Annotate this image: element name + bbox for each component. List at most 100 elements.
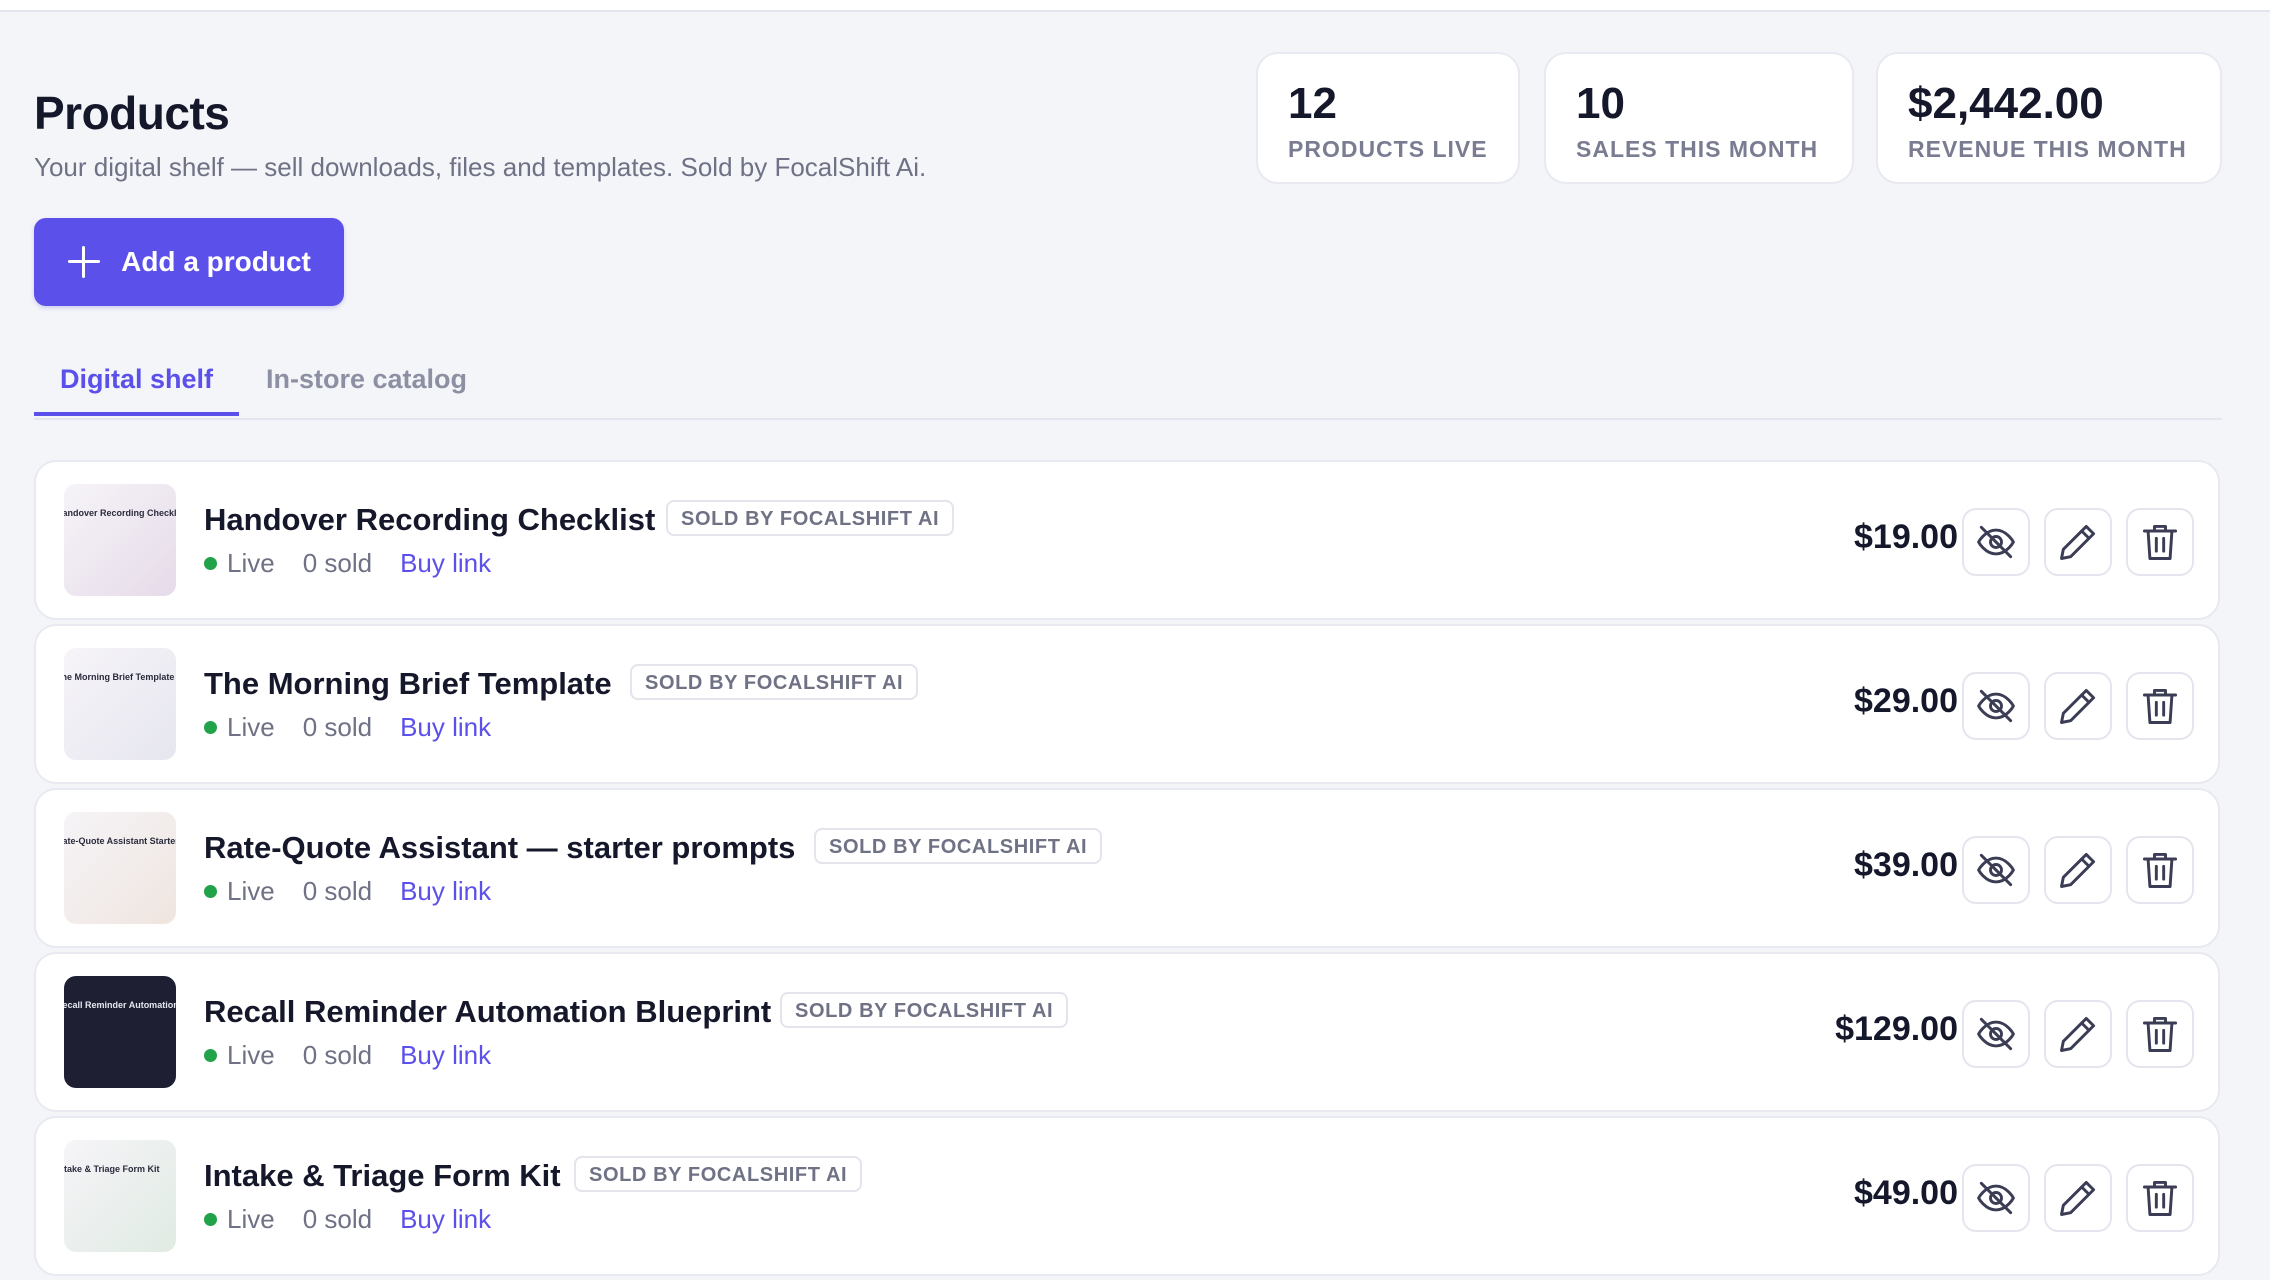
trash-icon xyxy=(2138,1176,2182,1220)
thumbnail-title: Intake & Triage Form Kit xyxy=(64,1164,160,1174)
live-status-dot xyxy=(204,721,217,734)
thumbnail-title: The Morning Brief Template xyxy=(64,672,175,682)
product-row[interactable]: Handover Recording Checklist Handover Rec… xyxy=(34,460,2220,620)
product-name: The Morning Brief Template xyxy=(204,666,612,701)
buy-link[interactable]: Buy link xyxy=(400,712,491,743)
buy-link[interactable]: Buy link xyxy=(400,876,491,907)
eye-off-icon xyxy=(1974,848,2018,892)
delete-button[interactable] xyxy=(2126,508,2194,576)
status-text: Live xyxy=(227,1204,275,1234)
tab-digital-shelf[interactable]: Digital shelf xyxy=(34,356,240,416)
delete-button[interactable] xyxy=(2126,672,2194,740)
stat-products-live: 12 PRODUCTS LIVE xyxy=(1256,52,1520,184)
stat-value: 12 xyxy=(1288,79,1337,128)
sold-count: 0 sold xyxy=(302,876,373,906)
plus-icon xyxy=(67,245,101,279)
trash-icon xyxy=(2138,1012,2182,1056)
product-row[interactable]: The Morning Brief Template The Morning Br… xyxy=(34,624,2220,784)
product-thumbnail: Handover Recording Checklist xyxy=(64,484,176,596)
sold-count: 0 sold xyxy=(302,1204,373,1234)
edit-button[interactable] xyxy=(2044,1000,2112,1068)
eye-off-icon xyxy=(1974,1012,2018,1056)
page-title: Products xyxy=(34,87,230,139)
product-meta: Live 0 sold Buy link xyxy=(204,1204,491,1235)
stat-sales-this-month: 10 SALES THIS MONTH xyxy=(1544,52,1854,184)
hide-button[interactable] xyxy=(1962,672,2030,740)
hide-button[interactable] xyxy=(1962,836,2030,904)
product-name: Handover Recording Checklist xyxy=(204,502,656,537)
product-thumbnail: Intake & Triage Form Kit xyxy=(64,1140,176,1252)
product-price: $129.00 xyxy=(1835,1010,1958,1048)
delete-button[interactable] xyxy=(2126,1164,2194,1232)
product-price: $39.00 xyxy=(1854,846,1958,884)
live-status-dot xyxy=(204,557,217,570)
hide-button[interactable] xyxy=(1962,1000,2030,1068)
eye-off-icon xyxy=(1974,1176,2018,1220)
edit-button[interactable] xyxy=(2044,836,2112,904)
buy-link[interactable]: Buy link xyxy=(400,1204,491,1235)
status-text: Live xyxy=(227,548,275,578)
product-name: Intake & Triage Form Kit xyxy=(204,1158,561,1193)
sold-count: 0 sold xyxy=(302,548,373,578)
edit-button[interactable] xyxy=(2044,672,2112,740)
product-meta: Live 0 sold Buy link xyxy=(204,548,491,579)
live-status-dot xyxy=(204,1213,217,1226)
hide-button[interactable] xyxy=(1962,508,2030,576)
delete-button[interactable] xyxy=(2126,1000,2194,1068)
add-product-button[interactable]: Add a product xyxy=(34,218,344,306)
trash-icon xyxy=(2138,684,2182,728)
edit-button[interactable] xyxy=(2044,508,2112,576)
product-row[interactable]: Rate-Quote Assistant Starters Rate-Quote … xyxy=(34,788,2220,948)
product-thumbnail: The Morning Brief Template xyxy=(64,648,176,760)
stat-label: REVENUE THIS MONTH xyxy=(1908,136,2187,162)
page-header: Products Your digital shelf — sell downl… xyxy=(34,10,2222,420)
product-row[interactable]: Recall Reminder Automation Recall Reminde… xyxy=(34,952,2220,1112)
seller-badge: SOLD BY FOCALSHIFT AI xyxy=(630,664,919,700)
status-text: Live xyxy=(227,876,275,906)
product-meta: Live 0 sold Buy link xyxy=(204,712,491,743)
page-subtitle: Your digital shelf — sell downloads, fil… xyxy=(34,152,927,182)
stat-revenue-this-month: $2,442.00 REVENUE THIS MONTH xyxy=(1876,52,2222,184)
live-status-dot xyxy=(204,1049,217,1062)
hide-button[interactable] xyxy=(1962,1164,2030,1232)
product-price: $29.00 xyxy=(1854,682,1958,720)
tab-in-store-catalog[interactable]: In-store catalog xyxy=(266,356,467,418)
product-name: Recall Reminder Automation Blueprint xyxy=(204,994,772,1029)
thumbnail-title: Recall Reminder Automation xyxy=(64,1000,176,1010)
stat-value: 10 xyxy=(1576,79,1625,128)
seller-badge: SOLD BY FOCALSHIFT AI xyxy=(780,992,1069,1028)
product-thumbnail: Recall Reminder Automation xyxy=(64,976,176,1088)
status-text: Live xyxy=(227,712,275,742)
stat-value: $2,442.00 xyxy=(1908,79,2104,128)
product-price: $19.00 xyxy=(1854,518,1958,556)
pencil-icon xyxy=(2056,1176,2100,1220)
tab-bar: Digital shelf In-store catalog xyxy=(34,356,2222,420)
status-text: Live xyxy=(227,1040,275,1070)
buy-link[interactable]: Buy link xyxy=(400,548,491,579)
add-product-label: Add a product xyxy=(121,246,311,277)
trash-icon xyxy=(2138,520,2182,564)
sold-count: 0 sold xyxy=(302,712,373,742)
stat-label: SALES THIS MONTH xyxy=(1576,136,1819,162)
eye-off-icon xyxy=(1974,684,2018,728)
live-status-dot xyxy=(204,885,217,898)
delete-button[interactable] xyxy=(2126,836,2194,904)
product-thumbnail: Rate-Quote Assistant Starters xyxy=(64,812,176,924)
stat-label: PRODUCTS LIVE xyxy=(1288,136,1488,162)
edit-button[interactable] xyxy=(2044,1164,2112,1232)
seller-badge: SOLD BY FOCALSHIFT AI xyxy=(574,1156,863,1192)
product-row[interactable]: Intake & Triage Form Kit Intake & Triage … xyxy=(34,1116,2220,1276)
sold-count: 0 sold xyxy=(302,1040,373,1070)
seller-badge: SOLD BY FOCALSHIFT AI xyxy=(814,828,1103,864)
seller-badge: SOLD BY FOCALSHIFT AI xyxy=(666,500,955,536)
product-price: $49.00 xyxy=(1854,1174,1958,1212)
pencil-icon xyxy=(2056,1012,2100,1056)
thumbnail-title: Handover Recording Checklist xyxy=(64,508,176,518)
buy-link[interactable]: Buy link xyxy=(400,1040,491,1071)
pencil-icon xyxy=(2056,520,2100,564)
product-meta: Live 0 sold Buy link xyxy=(204,876,491,907)
product-meta: Live 0 sold Buy link xyxy=(204,1040,491,1071)
thumbnail-title: Rate-Quote Assistant Starters xyxy=(64,836,176,846)
pencil-icon xyxy=(2056,848,2100,892)
product-name: Rate-Quote Assistant — starter prompts xyxy=(204,830,796,865)
